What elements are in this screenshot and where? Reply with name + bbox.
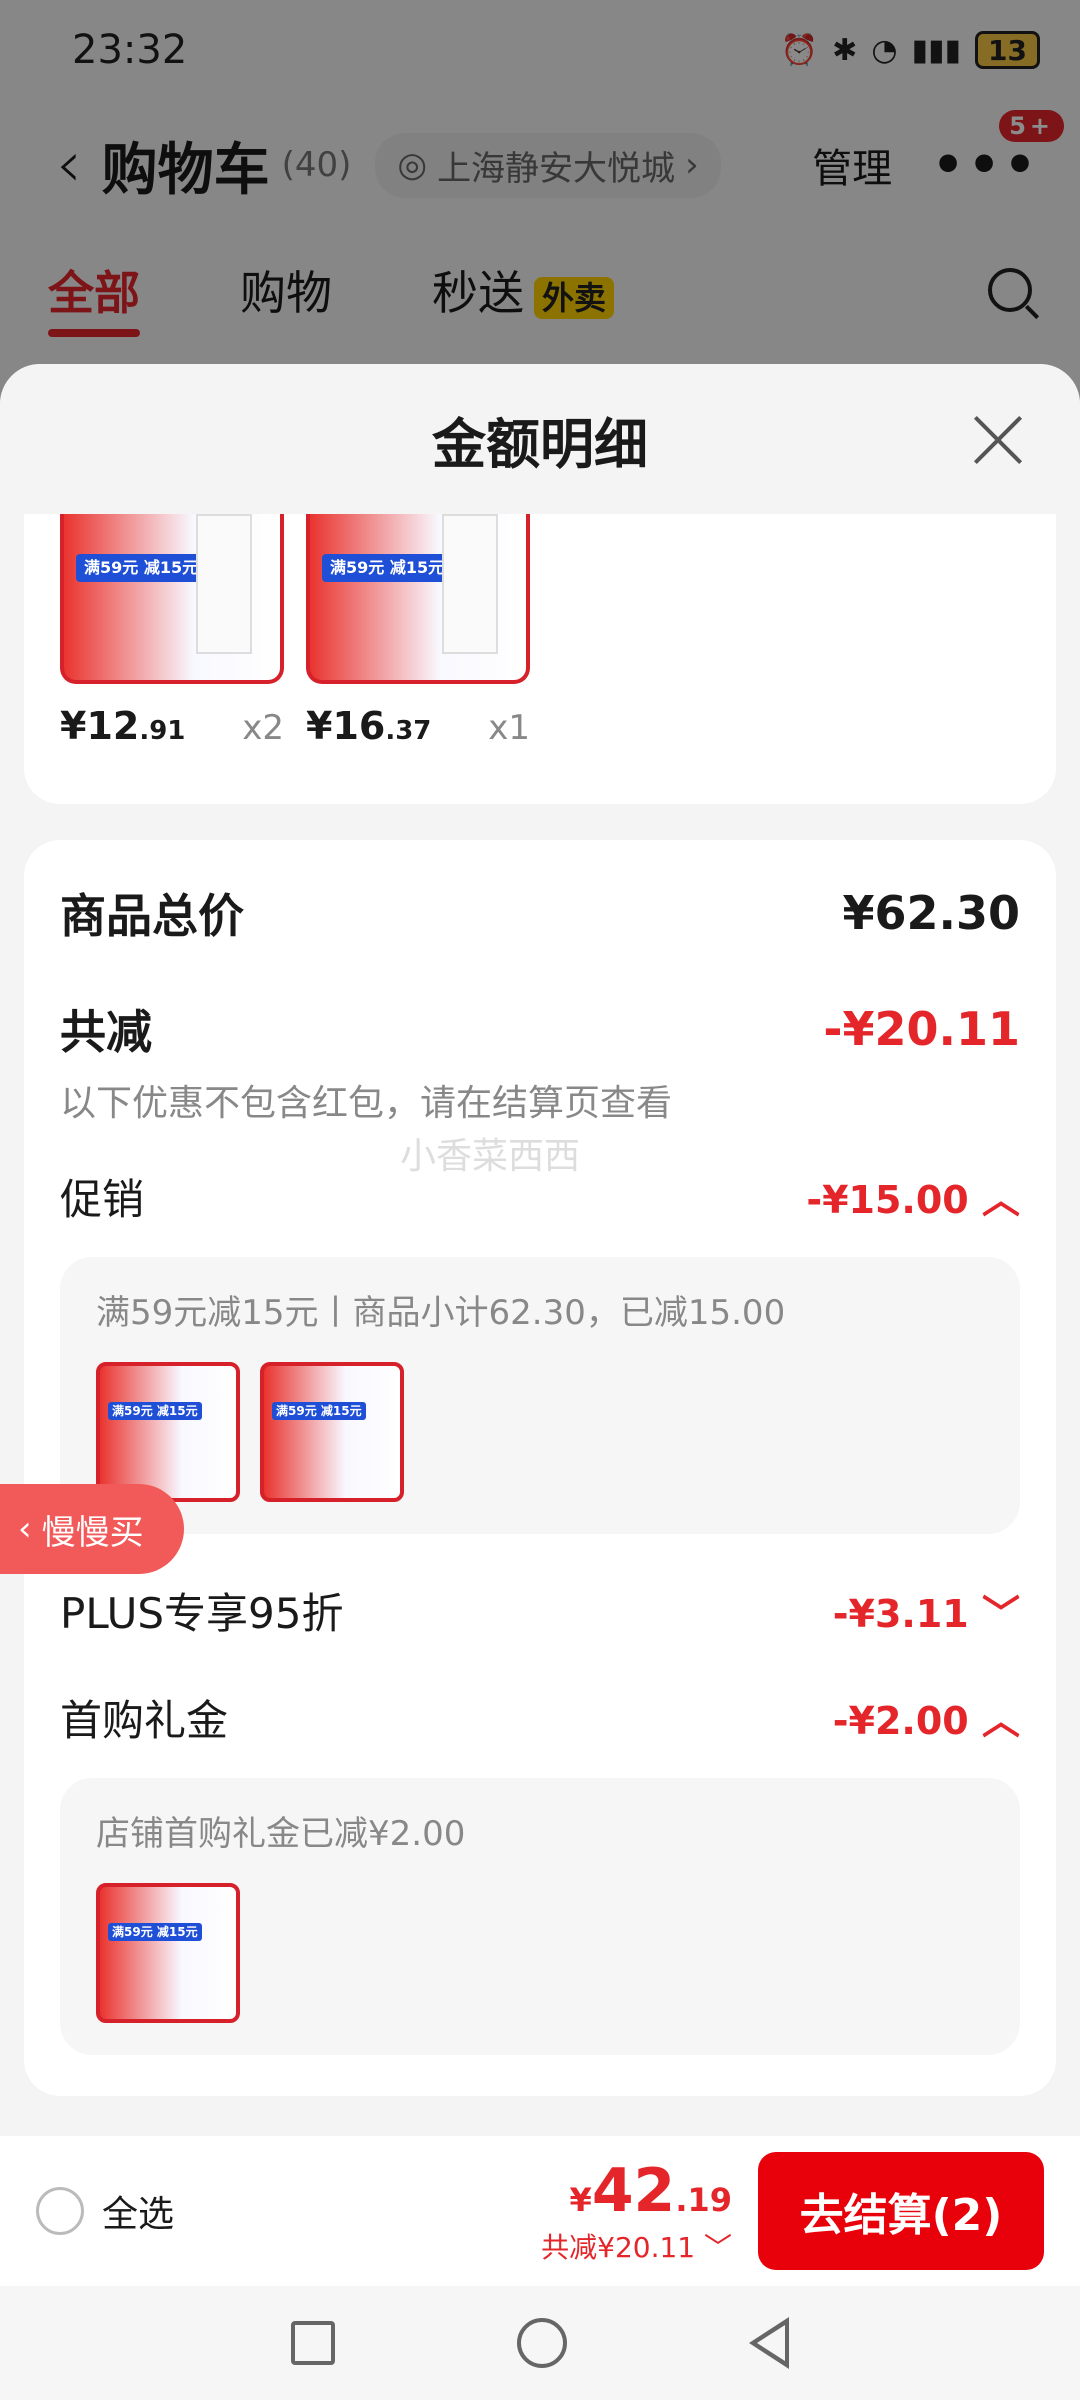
checkout-bar: 全选 ¥42.19 共减¥20.11 ﹀ 去结算(2) (0, 2136, 1080, 2286)
total-row: 商品总价 ¥62.30 (60, 880, 1020, 946)
chevron-down-icon: ﹀ (981, 1592, 1020, 1636)
close-icon[interactable] (972, 414, 1024, 466)
checkout-button[interactable]: 去结算(2) (758, 2152, 1044, 2270)
total-int: 42 (591, 2156, 676, 2226)
gift-value-wrap: -¥2.00 ︿ (833, 1690, 1020, 1745)
product-card: 满59元 减15元 ¥12.91 x2 满59元 减15元 ¥16.37 x1 (24, 514, 1056, 804)
product-qty: x1 (488, 708, 530, 748)
promo-label: 满59元 减15元 (76, 554, 207, 582)
saved-amount: 共减¥20.11 ﹀ (541, 2231, 732, 2264)
product-qty: x2 (242, 708, 284, 748)
plus-value-wrap: -¥3.11 ﹀ (833, 1583, 1020, 1638)
back-icon[interactable] (749, 2317, 789, 2369)
gift-row[interactable]: 首购礼金 -¥2.00 ︿ (60, 1687, 1020, 1748)
price-breakdown-card: 商品总价 ¥62.30 共减 -¥20.11 以下优惠不包含红包，请在结算页查看… (24, 840, 1056, 2096)
system-nav-bar (0, 2286, 1080, 2400)
promo-detail: 满59元减15元丨商品小计62.30，已减15.00 (96, 1293, 786, 1333)
price-dec: .37 (385, 716, 432, 746)
total-label: 商品总价 (60, 889, 244, 943)
total-value: ¥62.30 (842, 886, 1020, 940)
chevron-up-icon: ︿ (981, 1699, 1020, 1743)
product-item[interactable]: 满59元 减15元 ¥12.91 x2 (60, 514, 284, 748)
recent-apps-icon[interactable] (291, 2321, 335, 2365)
floater-label: 慢慢买 (41, 1512, 144, 1553)
product-thumb[interactable]: 满59元 减15元 (96, 1362, 240, 1502)
promo-label: 满59元 减15元 (322, 554, 453, 582)
chevron-left-icon: ‹ (18, 1509, 32, 1549)
plus-value: -¥3.11 (832, 1592, 969, 1636)
discount-label: 共减 (60, 1005, 152, 1059)
home-icon[interactable] (517, 2318, 567, 2368)
total-dec: .19 (675, 2181, 732, 2219)
price-dec: .91 (139, 716, 186, 746)
promo-label: 促销 (60, 1175, 145, 1224)
gift-detail: 店铺首购礼金已减¥2.00 (96, 1814, 466, 1854)
product-image: 满59元 减15元 (306, 514, 530, 684)
promo-value-wrap: -¥15.00 ︿ (806, 1169, 1020, 1224)
watermark: 小香菜西西 (400, 1136, 581, 1177)
milk-carton (442, 514, 498, 654)
promo-label-mini: 满59元 减15元 (108, 1402, 202, 1420)
gift-value: -¥2.00 (832, 1699, 969, 1743)
floating-price-tracker[interactable]: ‹ 慢慢买 (0, 1484, 184, 1574)
gift-panel: 店铺首购礼金已减¥2.00 满59元 减15元 (60, 1778, 1020, 2055)
promo-label-mini: 满59元 减15元 (108, 1923, 202, 1941)
discount-note: 以下优惠不包含红包，请在结算页查看 (60, 1083, 673, 1124)
product-image: 满59元 减15元 (60, 514, 284, 684)
promo-label-mini: 满59元 减15元 (272, 1402, 366, 1420)
currency-symbol: ¥ (569, 2181, 592, 2219)
amount-detail-sheet: 金额明细 满59元 减15元 ¥12.91 x2 满59元 减15元 ¥16.3… (0, 364, 1080, 2140)
price-int: ¥12 (60, 704, 140, 748)
chevron-up-icon: ︿ (981, 1178, 1020, 1222)
product-thumb[interactable]: 满59元 减15元 (96, 1883, 240, 2023)
total-summary[interactable]: ¥42.19 共减¥20.11 ﹀ (541, 2156, 732, 2266)
product-item[interactable]: 满59元 减15元 ¥16.37 x1 (306, 514, 530, 748)
plus-label: PLUS专享95折 (60, 1589, 344, 1638)
select-all-label[interactable]: 全选 (102, 2185, 174, 2237)
product-thumb[interactable]: 满59元 减15元 (260, 1362, 404, 1502)
discount-value: -¥20.11 (823, 1002, 1020, 1056)
milk-carton (196, 514, 252, 654)
select-all-radio[interactable] (36, 2187, 84, 2235)
promo-panel: 满59元减15元丨商品小计62.30，已减15.00 满59元 减15元 满59元… (60, 1257, 1020, 1534)
checkout-total: ¥42.19 (541, 2156, 732, 2226)
price-int: ¥16 (306, 704, 386, 748)
sheet-title: 金额明细 (432, 412, 648, 476)
plus-row[interactable]: PLUS专享95折 -¥3.11 ﹀ (60, 1580, 1020, 1641)
promo-value: -¥15.00 (806, 1178, 969, 1222)
discount-row: 共减 -¥20.11 (60, 996, 1020, 1062)
sheet-header: 金额明细 (0, 364, 1080, 514)
gift-label: 首购礼金 (60, 1696, 229, 1745)
